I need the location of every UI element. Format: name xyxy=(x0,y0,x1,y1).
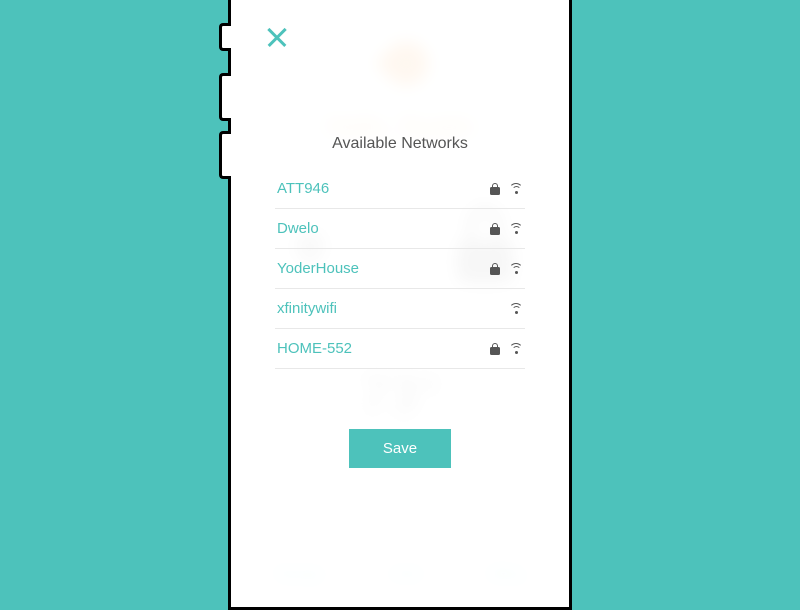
network-row[interactable]: HOME-552 xyxy=(275,329,525,369)
phone-side-button xyxy=(219,23,231,51)
save-button[interactable]: Save xyxy=(349,429,451,468)
network-name: xfinitywifi xyxy=(277,300,337,317)
network-row[interactable]: Dwelo xyxy=(275,209,525,249)
phone-volume-down xyxy=(219,131,231,179)
close-icon[interactable] xyxy=(265,25,289,49)
network-icons xyxy=(490,223,523,235)
network-row[interactable]: ATT946 xyxy=(275,169,525,209)
network-name: YoderHouse xyxy=(277,260,359,277)
wifi-icon xyxy=(509,263,523,275)
network-row[interactable]: xfinitywifi xyxy=(275,289,525,329)
network-icons xyxy=(490,263,523,275)
lock-icon xyxy=(490,183,500,195)
phone-frame: Hello, Dustin 73° Thermostat Manage Orde… xyxy=(228,0,572,610)
modal-overlay: Available Networks ATT946 Dwelo YoderHouse… xyxy=(243,5,557,595)
network-icons xyxy=(490,183,523,195)
network-name: HOME-552 xyxy=(277,340,352,357)
wifi-icon xyxy=(509,183,523,195)
network-row[interactable]: YoderHouse xyxy=(275,249,525,289)
network-icons xyxy=(509,303,523,315)
lock-icon xyxy=(490,343,500,355)
screen: Hello, Dustin 73° Thermostat Manage Orde… xyxy=(243,5,557,595)
lock-icon xyxy=(490,263,500,275)
network-name: Dwelo xyxy=(277,220,319,237)
lock-icon xyxy=(490,223,500,235)
wifi-icon xyxy=(509,303,523,315)
network-list: ATT946 Dwelo YoderHouse xfinitywifi HOME-552 xyxy=(275,169,525,369)
wifi-icon xyxy=(509,223,523,235)
network-name: ATT946 xyxy=(277,180,329,197)
network-modal: Available Networks ATT946 Dwelo YoderHouse… xyxy=(275,135,525,468)
wifi-icon xyxy=(509,343,523,355)
phone-volume-up xyxy=(219,73,231,121)
modal-title: Available Networks xyxy=(275,135,525,153)
network-icons xyxy=(490,343,523,355)
